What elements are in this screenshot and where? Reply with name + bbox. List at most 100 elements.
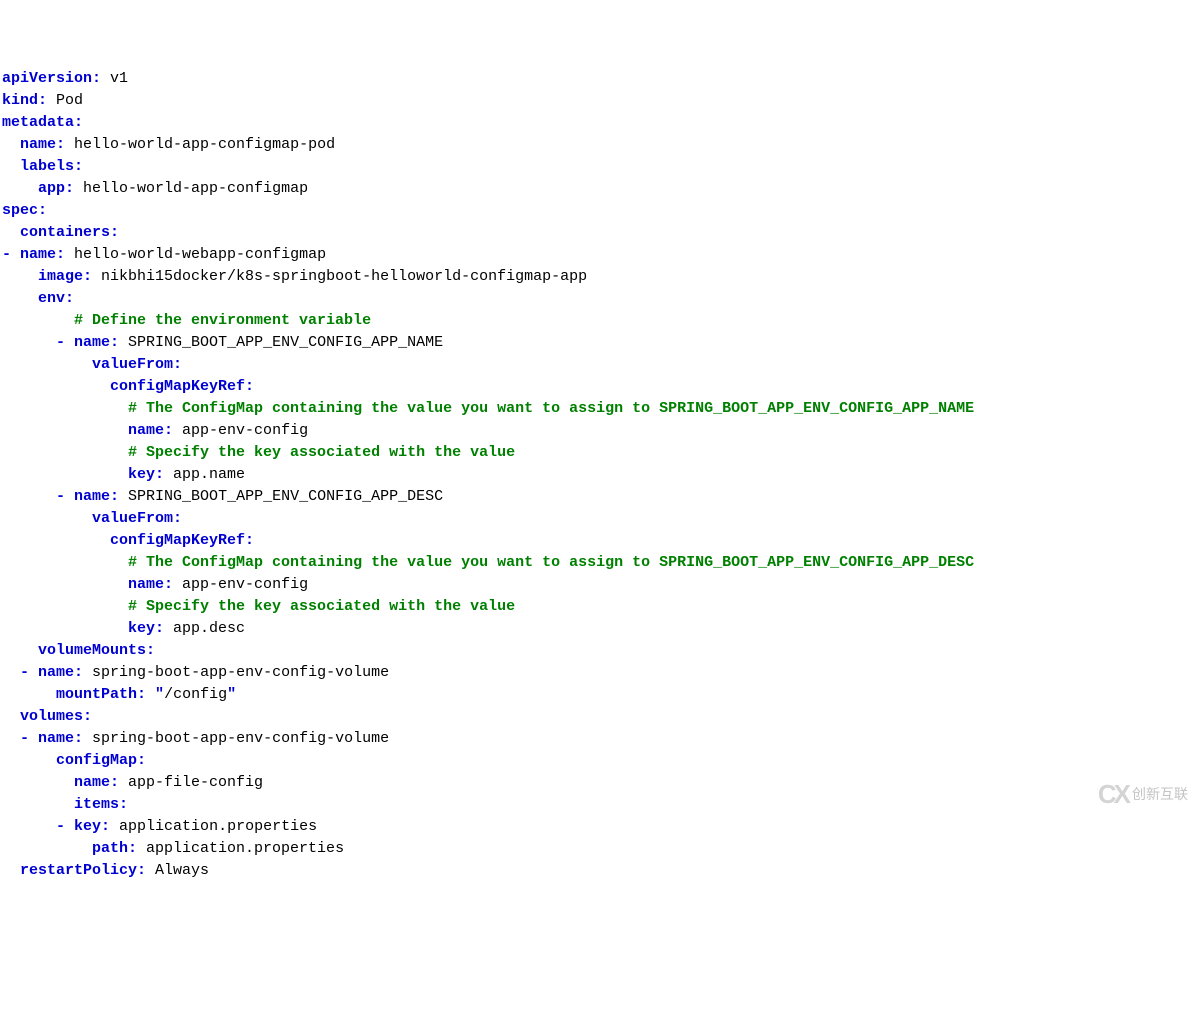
code-line: apiVersion: v1 (2, 68, 1196, 90)
code-token: items: (74, 796, 128, 813)
code-token: key: (128, 620, 164, 637)
code-token: name: (74, 334, 119, 351)
code-line: configMap: (2, 750, 1196, 772)
code-token: hello-world-webapp-configmap (65, 246, 326, 263)
code-line: # Specify the key associated with the va… (2, 596, 1196, 618)
code-token: app-env-config (173, 576, 308, 593)
code-line: app: hello-world-app-configmap (2, 178, 1196, 200)
code-line: metadata: (2, 112, 1196, 134)
code-token: name: (128, 576, 173, 593)
code-line: key: app.desc (2, 618, 1196, 640)
code-token: # Specify the key associated with the va… (128, 444, 515, 461)
code-token: name: (20, 136, 65, 153)
code-line: items: (2, 794, 1196, 816)
code-line: name: app-env-config (2, 574, 1196, 596)
code-token: Pod (47, 92, 83, 109)
code-line: - key: application.properties (2, 816, 1196, 838)
code-token: valueFrom: (92, 510, 182, 527)
code-token: " (155, 686, 164, 703)
code-token: restartPolicy: (20, 862, 146, 879)
code-line: name: app-env-config (2, 420, 1196, 442)
code-line: - name: spring-boot-app-env-config-volum… (2, 728, 1196, 750)
code-token (146, 686, 155, 703)
code-token: env: (38, 290, 74, 307)
code-token: mountPath: (56, 686, 146, 703)
code-line: - name: spring-boot-app-env-config-volum… (2, 662, 1196, 684)
code-token: name: (74, 488, 119, 505)
code-line: # Specify the key associated with the va… (2, 442, 1196, 464)
code-line: env: (2, 288, 1196, 310)
code-token: SPRING_BOOT_APP_ENV_CONFIG_APP_NAME (119, 334, 443, 351)
code-line: volumes: (2, 706, 1196, 728)
code-line: name: hello-world-app-configmap-pod (2, 134, 1196, 156)
code-token: # The ConfigMap containing the value you… (128, 554, 974, 571)
code-token: kind: (2, 92, 47, 109)
code-line: spec: (2, 200, 1196, 222)
code-line: labels: (2, 156, 1196, 178)
code-token: # Specify the key associated with the va… (128, 598, 515, 615)
code-line: key: app.name (2, 464, 1196, 486)
code-token: app-env-config (173, 422, 308, 439)
code-token: hello-world-app-configmap (74, 180, 308, 197)
code-token: containers: (20, 224, 119, 241)
code-token: volumes: (20, 708, 92, 725)
code-token: # The ConfigMap containing the value you… (128, 400, 974, 417)
code-token: apiVersion: (2, 70, 101, 87)
code-token: key: (74, 818, 110, 835)
code-token: volumeMounts: (38, 642, 155, 659)
code-token: configMapKeyRef: (110, 378, 254, 395)
code-token: hello-world-app-configmap-pod (65, 136, 335, 153)
code-line: valueFrom: (2, 354, 1196, 376)
code-token: # Define the environment variable (74, 312, 371, 329)
code-line: image: nikbhi15docker/k8s-springboot-hel… (2, 266, 1196, 288)
code-token: app: (38, 180, 74, 197)
code-line: # The ConfigMap containing the value you… (2, 552, 1196, 574)
watermark: CX 创新互联 (1098, 783, 1188, 805)
code-token: configMapKeyRef: (110, 532, 254, 549)
code-line: volumeMounts: (2, 640, 1196, 662)
code-token: labels: (20, 158, 83, 175)
code-token: app.desc (164, 620, 245, 637)
code-token: spring-boot-app-env-config-volume (83, 730, 389, 747)
code-line: restartPolicy: Always (2, 860, 1196, 882)
code-line: - name: SPRING_BOOT_APP_ENV_CONFIG_APP_D… (2, 486, 1196, 508)
code-token: name: (128, 422, 173, 439)
code-token: v1 (101, 70, 128, 87)
watermark-text: 创新互联 (1132, 783, 1188, 805)
code-line: mountPath: "/config" (2, 684, 1196, 706)
code-token: Always (146, 862, 209, 879)
code-token: name: (38, 664, 83, 681)
code-token: name: (74, 774, 119, 791)
code-token: name: (38, 730, 83, 747)
code-token: spec: (2, 202, 47, 219)
code-line: - name: hello-world-webapp-configmap (2, 244, 1196, 266)
code-token: metadata: (2, 114, 83, 131)
code-token: application.properties (137, 840, 344, 857)
code-line: name: app-file-config (2, 772, 1196, 794)
code-token: spring-boot-app-env-config-volume (83, 664, 389, 681)
code-token: " (227, 686, 236, 703)
watermark-logo-icon: CX (1098, 783, 1128, 805)
code-token: path: (92, 840, 137, 857)
code-token: valueFrom: (92, 356, 182, 373)
code-token: nikbhi15docker/k8s-springboot-helloworld… (92, 268, 587, 285)
code-line: path: application.properties (2, 838, 1196, 860)
code-token: /config (164, 686, 227, 703)
code-line: valueFrom: (2, 508, 1196, 530)
code-token: app-file-config (119, 774, 263, 791)
code-token: configMap: (56, 752, 146, 769)
code-line: containers: (2, 222, 1196, 244)
code-token: app.name (164, 466, 245, 483)
code-line: # The ConfigMap containing the value you… (2, 398, 1196, 420)
yaml-code-block: apiVersion: v1kind: Podmetadata: name: h… (2, 68, 1196, 882)
code-token: application.properties (110, 818, 317, 835)
code-line: - name: SPRING_BOOT_APP_ENV_CONFIG_APP_N… (2, 332, 1196, 354)
code-line: # Define the environment variable (2, 310, 1196, 332)
code-token: key: (128, 466, 164, 483)
code-line: configMapKeyRef: (2, 530, 1196, 552)
code-line: configMapKeyRef: (2, 376, 1196, 398)
code-token: image: (38, 268, 92, 285)
code-token: SPRING_BOOT_APP_ENV_CONFIG_APP_DESC (119, 488, 443, 505)
code-line: kind: Pod (2, 90, 1196, 112)
code-token: name: (20, 246, 65, 263)
